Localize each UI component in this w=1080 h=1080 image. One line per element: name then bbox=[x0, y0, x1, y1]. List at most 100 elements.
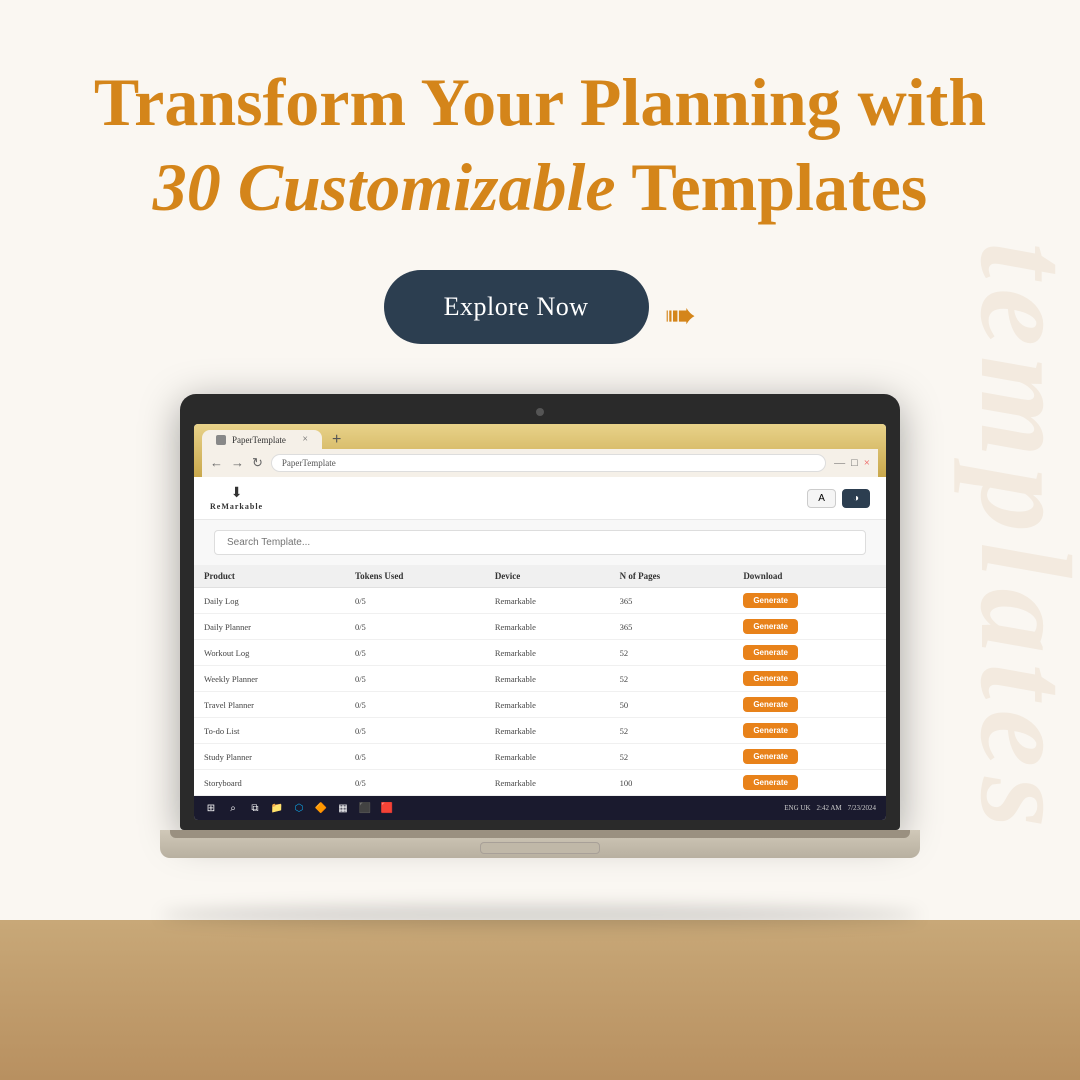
table-cell: Remarkable bbox=[485, 640, 610, 666]
taskview-icon[interactable]: ⧉ bbox=[248, 801, 262, 815]
taskbar-right: ENG UK 2:42 AM 7/23/2024 bbox=[784, 804, 876, 812]
generate-button-cell[interactable]: Generate bbox=[733, 614, 886, 640]
desk-shadow bbox=[160, 905, 920, 925]
headline-normal: Templates bbox=[616, 149, 928, 225]
table-cell: Remarkable bbox=[485, 718, 610, 744]
generate-button-cell[interactable]: Generate bbox=[733, 666, 886, 692]
table-cell: Storyboard bbox=[194, 770, 345, 796]
headline-line1: Transform Your Planning with bbox=[94, 60, 986, 145]
table-cell: 50 bbox=[610, 692, 734, 718]
start-icon[interactable]: ⊞ bbox=[204, 801, 218, 815]
col-product: Product bbox=[194, 565, 345, 588]
col-tokens: Tokens Used bbox=[345, 565, 485, 588]
tab-close-icon[interactable]: × bbox=[302, 434, 308, 445]
table-cell: 0/5 bbox=[345, 744, 485, 770]
taskbar-time: 2:42 AM bbox=[817, 804, 842, 812]
table-cell: Remarkable bbox=[485, 588, 610, 614]
table-cell: Remarkable bbox=[485, 614, 610, 640]
table-cell: Remarkable bbox=[485, 770, 610, 796]
generate-button[interactable]: Generate bbox=[743, 619, 798, 634]
col-pages: N of Pages bbox=[610, 565, 734, 588]
header-actions: A ◑ bbox=[807, 489, 870, 508]
table-cell: 365 bbox=[610, 588, 734, 614]
table-row: Travel Planner0/5Remarkable50Generate bbox=[194, 692, 886, 718]
table-cell: To-do List bbox=[194, 718, 345, 744]
main-content: Transform Your Planning with 30 Customiz… bbox=[0, 0, 1080, 858]
app-icon-3[interactable]: ⬛ bbox=[358, 801, 372, 815]
generate-button[interactable]: Generate bbox=[743, 593, 798, 608]
app-icon-1[interactable]: 🔶 bbox=[314, 801, 328, 815]
generate-button[interactable]: Generate bbox=[743, 671, 798, 686]
templates-table: Product Tokens Used Device N of Pages Do… bbox=[194, 565, 886, 796]
table-cell: 0/5 bbox=[345, 640, 485, 666]
generate-button[interactable]: Generate bbox=[743, 697, 798, 712]
search-area bbox=[194, 520, 886, 565]
generate-button[interactable]: Generate bbox=[743, 775, 798, 790]
logo-icon: ⬇ bbox=[231, 485, 243, 502]
browser-toolbar: ← → ↻ PaperTemplate — □ × bbox=[202, 449, 878, 477]
table-row: Daily Planner0/5Remarkable365Generate bbox=[194, 614, 886, 640]
taskbar-date: 7/23/2024 bbox=[848, 804, 876, 812]
app-header: ⬇ ReMarkable A ◑ bbox=[194, 477, 886, 520]
tab-label: PaperTemplate bbox=[232, 435, 286, 445]
forward-button[interactable]: → bbox=[231, 455, 244, 471]
table-cell: 100 bbox=[610, 770, 734, 796]
col-download: Download bbox=[733, 565, 886, 588]
explorer-icon[interactable]: 📁 bbox=[270, 801, 284, 815]
generate-button[interactable]: Generate bbox=[743, 749, 798, 764]
table-cell: 365 bbox=[610, 614, 734, 640]
table-header-row: Product Tokens Used Device N of Pages Do… bbox=[194, 565, 886, 588]
back-button[interactable]: ← bbox=[210, 455, 223, 471]
table-cell: 52 bbox=[610, 640, 734, 666]
minimize-button[interactable]: — bbox=[834, 457, 845, 469]
generate-button[interactable]: Generate bbox=[743, 723, 798, 738]
generate-button-cell[interactable]: Generate bbox=[733, 640, 886, 666]
table-cell: 0/5 bbox=[345, 718, 485, 744]
taskbar: ⊞ ⌕ ⧉ 📁 ⬡ 🔶 ▦ ⬛ 🟥 ENG UK 2:42 AM 7/23/20… bbox=[194, 796, 886, 820]
generate-button-cell[interactable]: Generate bbox=[733, 770, 886, 796]
address-bar[interactable]: PaperTemplate bbox=[271, 454, 826, 472]
col-device: Device bbox=[485, 565, 610, 588]
close-button[interactable]: × bbox=[864, 457, 870, 469]
generate-button-cell[interactable]: Generate bbox=[733, 588, 886, 614]
generate-button-cell[interactable]: Generate bbox=[733, 692, 886, 718]
table-row: Study Planner0/5Remarkable52Generate bbox=[194, 744, 886, 770]
laptop-screen: PaperTemplate × + ← → ↻ PaperTemplate bbox=[180, 394, 900, 830]
edge-icon[interactable]: ⬡ bbox=[292, 801, 306, 815]
table-cell: Weekly Planner bbox=[194, 666, 345, 692]
theme-dark-button[interactable]: ◑ bbox=[842, 489, 870, 508]
maximize-button[interactable]: □ bbox=[851, 457, 858, 469]
generate-button-cell[interactable]: Generate bbox=[733, 718, 886, 744]
theme-a-button[interactable]: A bbox=[807, 489, 836, 508]
table-cell: Remarkable bbox=[485, 666, 610, 692]
search-taskbar-icon[interactable]: ⌕ bbox=[226, 801, 240, 815]
table-cell: 52 bbox=[610, 666, 734, 692]
table-cell: Study Planner bbox=[194, 744, 345, 770]
table-cell: 0/5 bbox=[345, 770, 485, 796]
logo-text: ReMarkable bbox=[210, 502, 263, 511]
table-cell: 0/5 bbox=[345, 666, 485, 692]
refresh-button[interactable]: ↻ bbox=[252, 455, 263, 471]
table-cell: 0/5 bbox=[345, 614, 485, 640]
address-text: PaperTemplate bbox=[282, 458, 336, 468]
table-row: Workout Log0/5Remarkable52Generate bbox=[194, 640, 886, 666]
explore-now-button[interactable]: Explore Now bbox=[384, 270, 649, 344]
headline-line2: 30 Customizable Templates bbox=[94, 145, 986, 230]
table-cell: 52 bbox=[610, 718, 734, 744]
table-cell: 0/5 bbox=[345, 588, 485, 614]
headline-italic: 30 Customizable bbox=[153, 149, 616, 225]
browser-tab[interactable]: PaperTemplate × bbox=[202, 430, 322, 449]
headline: Transform Your Planning with 30 Customiz… bbox=[14, 60, 1066, 230]
search-input[interactable] bbox=[214, 530, 866, 555]
app-icon-4[interactable]: 🟥 bbox=[380, 801, 394, 815]
laptop-hinge bbox=[170, 830, 910, 838]
generate-button[interactable]: Generate bbox=[743, 645, 798, 660]
laptop-base bbox=[160, 830, 920, 858]
table-cell: Remarkable bbox=[485, 692, 610, 718]
app-icon-2[interactable]: ▦ bbox=[336, 801, 350, 815]
generate-button-cell[interactable]: Generate bbox=[733, 744, 886, 770]
laptop-container: PaperTemplate × + ← → ↻ PaperTemplate bbox=[180, 394, 900, 858]
cursor-icon: ➠ bbox=[665, 293, 697, 338]
table-row: Weekly Planner0/5Remarkable52 Generate bbox=[194, 666, 886, 692]
new-tab-button[interactable]: + bbox=[324, 431, 349, 449]
